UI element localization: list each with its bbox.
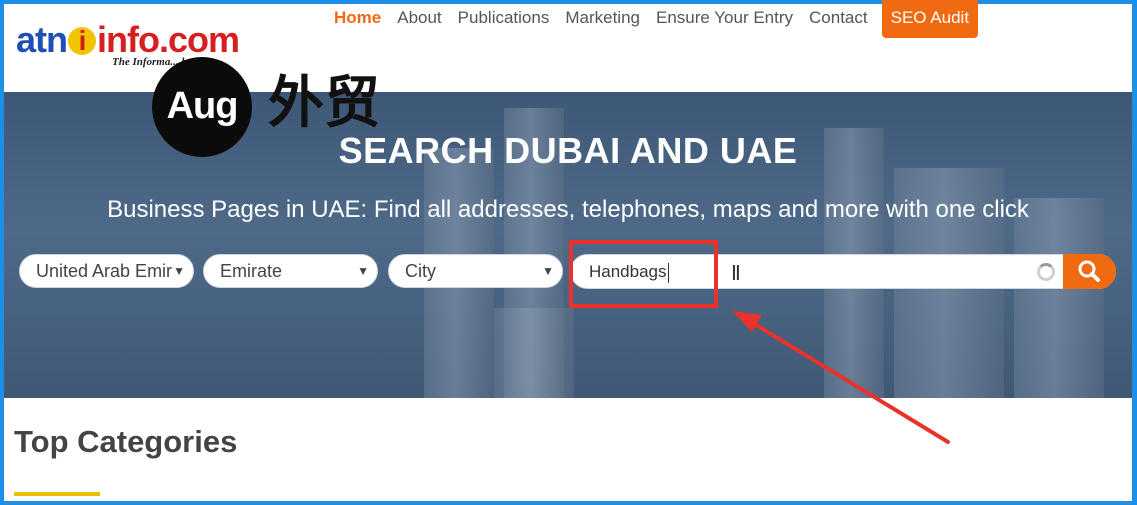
heading-underline <box>14 492 100 496</box>
top-categories-heading: Top Categories <box>14 424 238 459</box>
